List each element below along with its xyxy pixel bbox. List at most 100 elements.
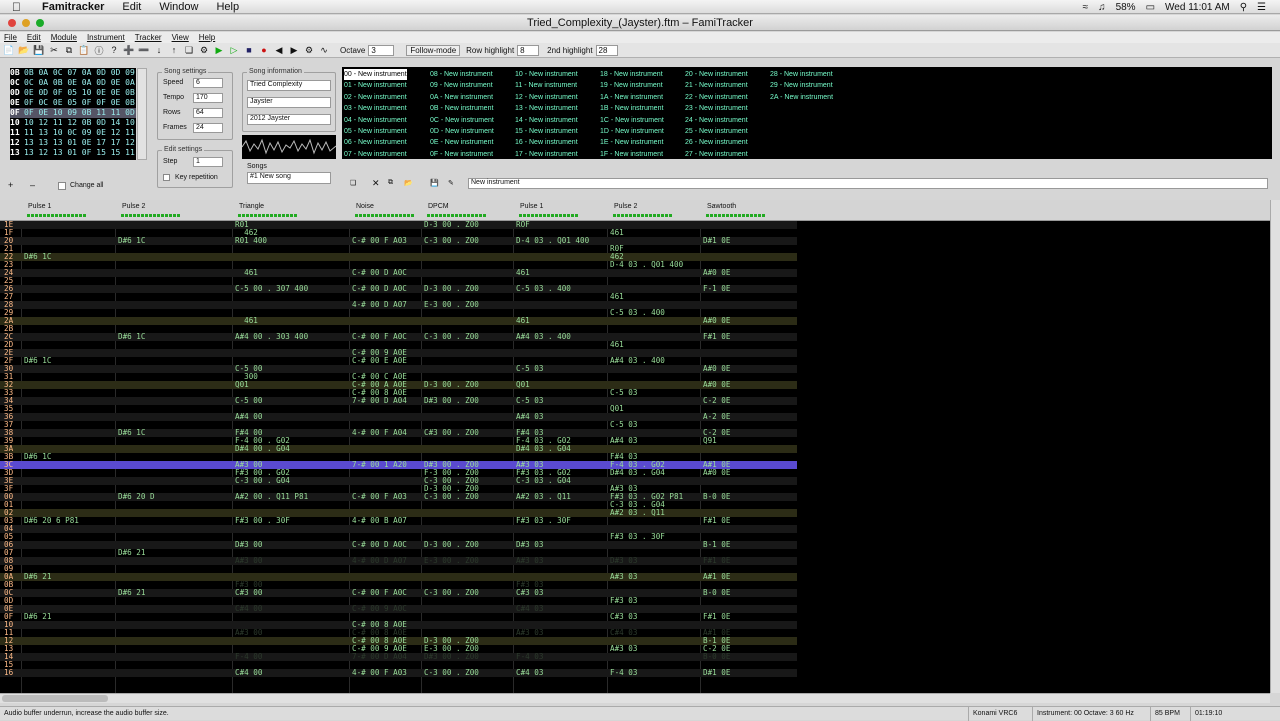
instrument-item[interactable]: 1E - New instrument — [600, 137, 664, 148]
row-highlight-field[interactable]: 8 — [517, 44, 540, 56]
pattern-cell[interactable]: C-# 00 D A0C — [352, 269, 407, 277]
open-file-icon[interactable]: 📂 — [18, 45, 30, 56]
instrument-item[interactable]: 11 - New instrument — [515, 80, 578, 91]
pattern-cell[interactable]: A#0 0E — [703, 365, 730, 373]
instrument-item[interactable]: 09 - New instrument — [430, 80, 494, 91]
instrument-item[interactable]: 15 - New instrument — [515, 126, 578, 137]
pattern-cell[interactable]: D#4 03 . G04 — [610, 469, 665, 477]
pattern-cell[interactable]: C-# 00 F A03 — [352, 237, 407, 245]
app-menu-title[interactable]: Famitracker — [42, 1, 104, 13]
wifi-icon[interactable]: ≈ — [1083, 2, 1089, 13]
pattern-cell[interactable]: E-3 00 . Z00 — [424, 301, 479, 309]
pattern-cell[interactable]: C#4 00 — [235, 605, 262, 613]
pattern-cell[interactable]: C-# 00 F A03 — [352, 493, 407, 501]
pattern-cell[interactable]: C-# 00 F A0C — [352, 333, 407, 341]
song-title-field[interactable]: Tried Complexity — [247, 80, 331, 91]
instrument-item[interactable]: 0B - New instrument — [430, 103, 494, 114]
instrument-item[interactable]: 0C - New instrument — [430, 115, 494, 126]
pattern-cell[interactable]: B-1 0E — [703, 541, 730, 549]
pattern-cell[interactable]: A#3 00 — [235, 629, 262, 637]
instrument-item[interactable]: 12 - New instrument — [515, 92, 578, 103]
pattern-row[interactable]: 29 C-5 03 . 400 — [0, 309, 797, 317]
spotlight-icon[interactable]: ⚲ — [1240, 2, 1247, 13]
pattern-cell[interactable]: F#1 0E — [703, 557, 730, 565]
pattern-cell[interactable]: A-2 0E — [703, 413, 730, 421]
pattern-cell[interactable]: D-3 00 . Z00 — [424, 381, 479, 389]
follow-mode-toggle[interactable]: Follow-mode — [406, 44, 461, 56]
instrument-item[interactable]: 0A - New instrument — [430, 92, 494, 103]
pattern-cell[interactable]: 4-# 00 F A03 — [352, 669, 407, 677]
zoom-button[interactable] — [36, 19, 44, 27]
pattern-cell[interactable]: C#3 00 . Z00 — [424, 429, 479, 437]
pattern-row[interactable]: 36 A#4 00 A#4 03 A-2 0E — [0, 413, 797, 421]
pattern-cell[interactable]: D#3 03 — [610, 557, 637, 565]
move-up-icon[interactable]: ↑ — [168, 45, 180, 56]
pattern-cell[interactable]: F-1 0E — [703, 285, 730, 293]
instrument-item[interactable]: 20 - New instrument — [685, 69, 748, 80]
pattern-cell[interactable]: 461 — [610, 229, 624, 237]
about-icon[interactable]: ⓘ — [93, 45, 105, 56]
pattern-cell[interactable]: C#3 00 — [235, 589, 262, 597]
cut-icon[interactable]: ✂ — [48, 45, 60, 56]
new-file-icon[interactable]: 📄 — [3, 45, 15, 56]
instrument-item[interactable]: 24 - New instrument — [685, 115, 748, 126]
frame-row[interactable]: 0B 0B 0A 0C 07 0A 0D 0D 09 — [10, 68, 136, 78]
instrument-item[interactable]: 0D - New instrument — [430, 126, 494, 137]
pattern-cell[interactable]: ROF — [516, 221, 530, 229]
pattern-cell[interactable]: C#4 00 — [235, 669, 262, 677]
pattern-cell[interactable]: D#4 03 . G04 — [516, 445, 571, 453]
frame-remove-button[interactable]: – — [30, 180, 35, 190]
pattern-row[interactable]: 08 A#3 00 4-# 00 D A07 E-3 00 . Z00 A#3 03 D#… — [0, 557, 797, 565]
menu-edit[interactable]: Edit — [122, 1, 141, 13]
menu-view[interactable]: View — [172, 32, 189, 43]
pattern-cell[interactable]: B-0 0E — [703, 589, 730, 597]
pattern-cell[interactable]: D#3 00 . Z00 — [424, 397, 479, 405]
pattern-cell[interactable]: C-# 00 D A0C — [352, 285, 407, 293]
pattern-row[interactable]: 21 R0F — [0, 245, 797, 253]
pattern-cell[interactable]: R01 400 — [235, 237, 267, 245]
pattern-row[interactable]: 38 D#6 1C F#4 00 4-# 00 F A04 C#3 00 . Z00 F#… — [0, 429, 797, 437]
pattern-cell[interactable]: D#6 21 — [24, 573, 51, 581]
pattern-cell[interactable]: D#3 00 — [235, 541, 262, 549]
duplicate-frame-icon[interactable]: ❏ — [183, 45, 195, 56]
pattern-cell[interactable]: C-5 00 . 307 400 — [235, 285, 308, 293]
instrument-item[interactable]: 0F - New instrument — [430, 149, 494, 160]
pattern-row[interactable]: 3C A#3 00 7-# 00 1 A20 D#3 00 . Z00 A#3 03 F-… — [0, 461, 797, 469]
song-author-field[interactable]: Jayster — [247, 97, 331, 108]
pattern-cell[interactable]: C#3 03 — [610, 613, 637, 621]
frame-row[interactable]: 11 11 13 10 0C 09 0E 12 11 — [10, 128, 136, 138]
pattern-row[interactable]: 34 C-5 00 7-# 00 D A04 D#3 00 . Z00 C-5 03 C-… — [0, 397, 797, 405]
instrument-item[interactable]: 25 - New instrument — [685, 126, 748, 137]
save-instrument-icon[interactable]: 💾 — [430, 179, 439, 187]
menu-help2[interactable]: Help — [199, 32, 215, 43]
instrument-item[interactable]: 02 - New instrument — [344, 92, 407, 103]
instrument-item[interactable]: 22 - New instrument — [685, 92, 748, 103]
pattern-cell[interactable]: A#0 0E — [703, 317, 730, 325]
pattern-row[interactable]: 03 D#6 20 6 P81 F#3 00 . 30F 4-# 00 B A07 F#… — [0, 517, 797, 525]
pattern-cell[interactable]: D#3 03 — [516, 541, 543, 549]
pattern-cell[interactable]: D#6 20 6 P81 — [24, 517, 79, 525]
pattern-cell[interactable]: D-3 00 . Z00 — [424, 285, 479, 293]
remove-frame-icon[interactable]: ➖ — [138, 45, 150, 56]
pattern-cell[interactable]: D#6 1C — [118, 333, 145, 341]
pattern-cell[interactable]: 4-# 00 F A04 — [352, 429, 407, 437]
pattern-row[interactable]: 0A D#6 21 A#3 03 A#1 0E — [0, 573, 797, 581]
paste-icon[interactable]: 📋 — [78, 45, 90, 56]
menu-edit2[interactable]: Edit — [27, 32, 41, 43]
pattern-cell[interactable]: E-3 00 . Z00 — [424, 557, 479, 565]
module-properties-icon[interactable]: ⚙ — [198, 45, 210, 56]
pattern-cell[interactable]: 4-# 00 B A07 — [352, 517, 407, 525]
pattern-cell[interactable]: D#1 0E — [703, 237, 730, 245]
stop-icon[interactable]: ■ — [243, 45, 255, 56]
pattern-row[interactable]: 14 F-4 00 7-# 00 D A04 D#3 00 . Z00 F-4 03 B-… — [0, 653, 797, 661]
pattern-cell[interactable]: C#4 03 — [516, 669, 543, 677]
pattern-cell[interactable]: D#4 00 . G04 — [235, 445, 290, 453]
pattern-cell[interactable]: F#3 03 . 30F — [610, 533, 665, 541]
pattern-row[interactable]: 1E R01 D-3 00 . Z00 ROF — [0, 221, 797, 229]
instrument-item[interactable]: 07 - New instrument — [344, 149, 407, 160]
pattern-cell[interactable]: 461 — [235, 269, 258, 277]
pattern-cell[interactable]: A#4 03 — [516, 413, 543, 421]
play-icon[interactable]: ▶ — [213, 45, 225, 56]
instrument-item[interactable]: 10 - New instrument — [515, 69, 578, 80]
pattern-cell[interactable]: C-5 03 — [610, 389, 637, 397]
